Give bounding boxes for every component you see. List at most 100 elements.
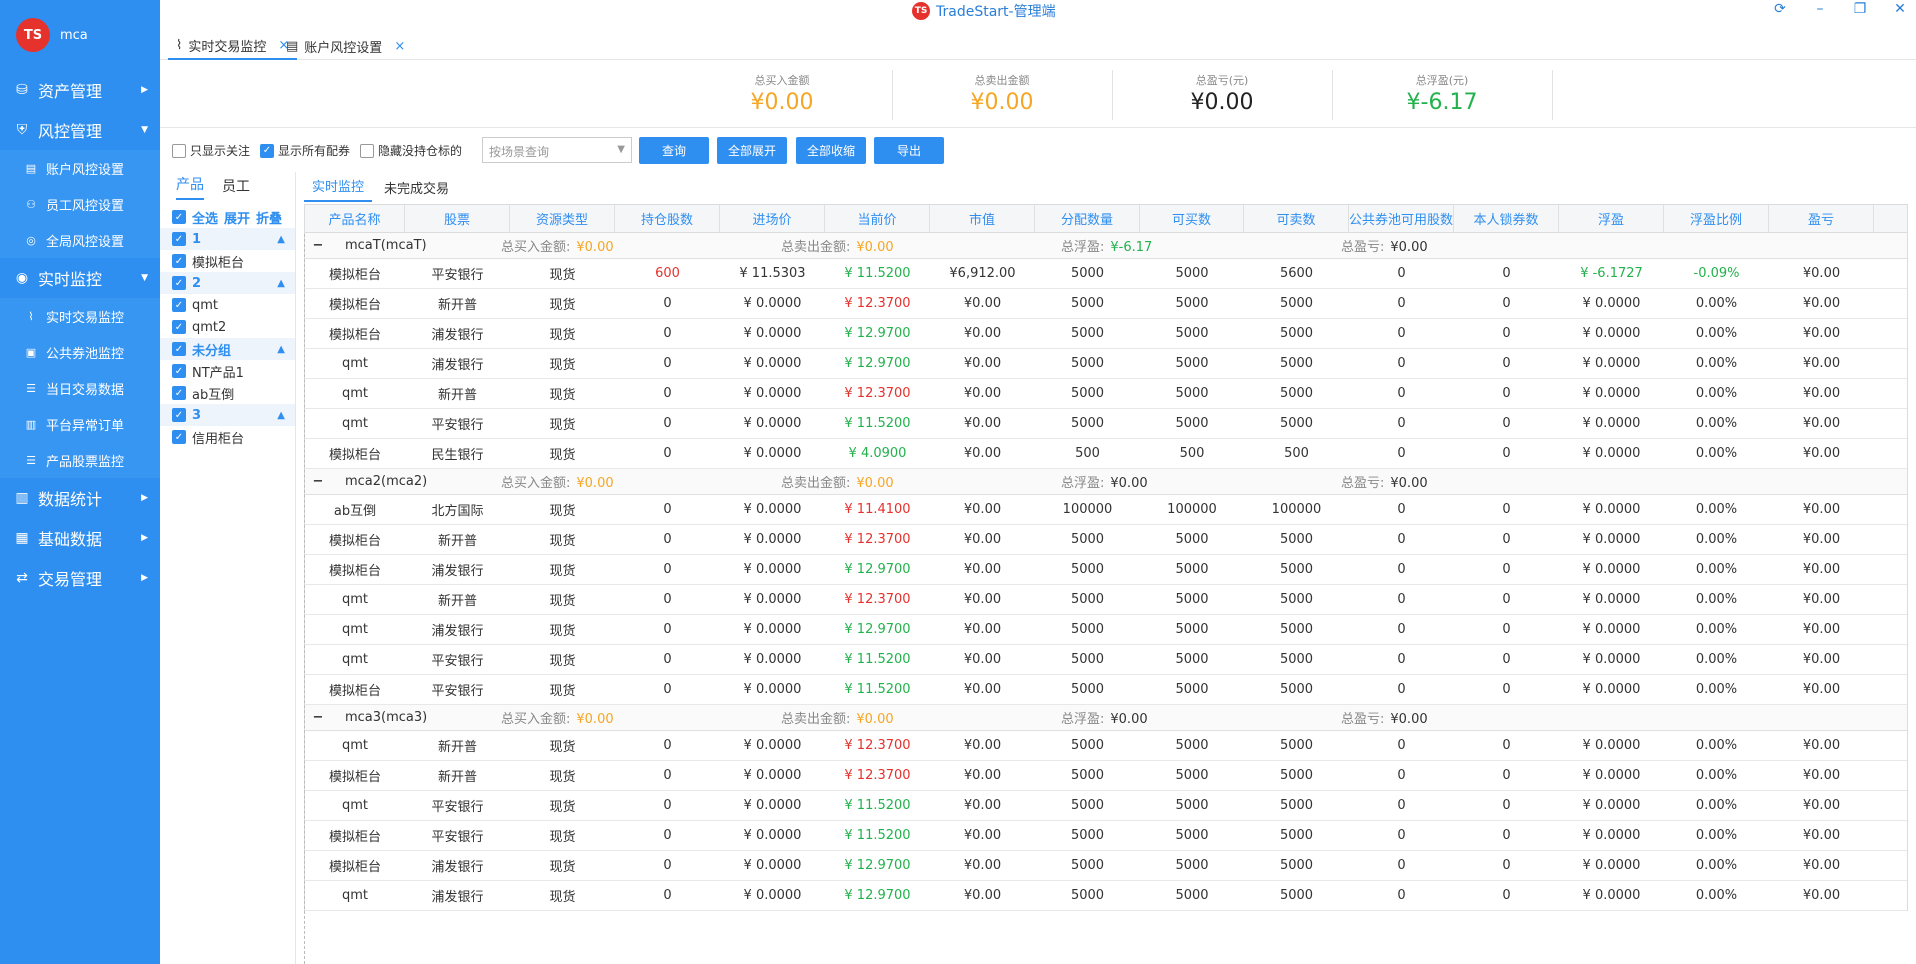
- sidebar-group-1[interactable]: ⛨ 风控管理 ▼: [0, 110, 160, 150]
- table-row[interactable]: qmt 平安银行 现货 0 ¥ 0.0000 ¥ 11.5200 ¥0.00 5000 5000…: [305, 791, 1907, 821]
- export-button[interactable]: 导出: [874, 137, 944, 164]
- sidebar-item[interactable]: ⌇ 实时交易监控: [0, 298, 160, 334]
- column-header[interactable]: 股票: [405, 205, 510, 232]
- checkbox[interactable]: ✓: [172, 342, 186, 356]
- filter-item[interactable]: ✓ 信用柜台: [160, 426, 295, 448]
- column-header[interactable]: 市值: [930, 205, 1035, 232]
- sidebar-group-3[interactable]: ▥ 数据统计 ▶: [0, 478, 160, 518]
- chevron-up-icon[interactable]: ▲: [277, 410, 285, 421]
- filter-tab-1[interactable]: 员工: [222, 176, 250, 200]
- checkbox[interactable]: ✓: [260, 143, 274, 158]
- sidebar-group-2[interactable]: ◉ 实时监控 ▼: [0, 258, 160, 298]
- toolbar-check-1[interactable]: ✓ 显示所有配券: [260, 142, 350, 159]
- table-row[interactable]: qmt 平安银行 现货 0 ¥ 0.0000 ¥ 11.5200 ¥0.00 5000 5000…: [305, 409, 1907, 439]
- table-row[interactable]: qmt 浦发银行 现货 0 ¥ 0.0000 ¥ 12.9700 ¥0.00 5000 5000…: [305, 349, 1907, 379]
- column-header[interactable]: 浮盈比例: [1664, 205, 1769, 232]
- query-button[interactable]: 查询: [639, 137, 709, 164]
- column-header[interactable]: 可买数: [1140, 205, 1244, 232]
- minimize-icon[interactable]: –: [1812, 1, 1828, 17]
- checkbox[interactable]: [360, 143, 374, 158]
- chevron-up-icon[interactable]: ▲: [277, 234, 285, 245]
- chevron-up-icon[interactable]: ▲: [277, 278, 285, 289]
- collapse-all-button[interactable]: 全部收缩: [796, 137, 866, 164]
- collapse-toggle-icon[interactable]: −: [305, 710, 331, 725]
- filter-item[interactable]: ✓ ab互倒: [160, 382, 295, 404]
- sidebar-group-4[interactable]: ▦ 基础数据 ▶: [0, 518, 160, 558]
- sidebar-item[interactable]: ▣ 公共券池监控: [0, 334, 160, 370]
- column-header[interactable]: 进场价: [720, 205, 825, 232]
- grid-tab-0[interactable]: 实时监控: [304, 176, 373, 202]
- checkbox[interactable]: ✓: [172, 430, 186, 444]
- table-row[interactable]: qmt 平安银行 现货 0 ¥ 0.0000 ¥ 11.5200 ¥0.00 5000 5000…: [305, 645, 1907, 675]
- filter-group[interactable]: ✓ 未分组 ▲: [160, 338, 295, 360]
- table-row[interactable]: qmt 浦发银行 现货 0 ¥ 0.0000 ¥ 12.9700 ¥0.00 5000 5000…: [305, 615, 1907, 645]
- column-header[interactable]: 当前价: [825, 205, 930, 232]
- table-row[interactable]: 模拟柜台 浦发银行 现货 0 ¥ 0.0000 ¥ 12.9700 ¥0.00 5000 500…: [305, 555, 1907, 585]
- checkbox[interactable]: ✓: [172, 408, 186, 422]
- column-header[interactable]: 持仓股数: [615, 205, 720, 232]
- expand-link[interactable]: 展开: [224, 208, 250, 227]
- sidebar-item[interactable]: ▥ 平台异常订单: [0, 406, 160, 442]
- checkbox[interactable]: ✓: [172, 254, 186, 268]
- sidebar-item[interactable]: ⚇ 员工风控设置: [0, 186, 160, 222]
- group-row[interactable]: − mca3(mca3) 总买入金额: ¥0.00 总卖出金额: ¥0.00 总浮盈: ¥0.…: [305, 705, 1907, 731]
- select-all-checkbox[interactable]: ✓: [172, 210, 186, 224]
- checkbox[interactable]: ✓: [172, 386, 186, 400]
- column-header[interactable]: 可卖数: [1244, 205, 1349, 232]
- column-header[interactable]: 产品名称: [305, 205, 405, 232]
- grid-tab-1[interactable]: 未完成交易: [376, 178, 457, 202]
- select-all-label[interactable]: 全选: [192, 208, 218, 227]
- filter-tab-0[interactable]: 产品: [176, 174, 204, 200]
- sidebar-item[interactable]: ☰ 产品股票监控: [0, 442, 160, 478]
- table-row[interactable]: 模拟柜台 民生银行 现货 0 ¥ 0.0000 ¥ 4.0900 ¥0.00 500 500 50…: [305, 439, 1907, 469]
- table-row[interactable]: 模拟柜台 浦发银行 现货 0 ¥ 0.0000 ¥ 12.9700 ¥0.00 5000 500…: [305, 319, 1907, 349]
- refresh-icon[interactable]: ⟳: [1772, 1, 1788, 17]
- column-header[interactable]: 本人锁券数: [1454, 205, 1559, 232]
- collapse-link[interactable]: 折叠: [256, 208, 282, 227]
- group-row[interactable]: − mcaT(mcaT) 总买入金额: ¥0.00 总卖出金额: ¥0.00 总浮盈: ¥-6…: [305, 233, 1907, 259]
- column-header[interactable]: 盈亏: [1769, 205, 1874, 232]
- filter-group[interactable]: ✓ 2 ▲: [160, 272, 295, 294]
- sidebar-item[interactable]: ◎ 全局风控设置: [0, 222, 160, 258]
- tab-1[interactable]: ▤ 账户风控设置 ×: [278, 32, 413, 60]
- close-icon[interactable]: ✕: [1892, 1, 1908, 17]
- restore-icon[interactable]: ❐: [1852, 1, 1868, 17]
- table-row[interactable]: ab互倒 北方国际 现货 0 ¥ 0.0000 ¥ 11.4100 ¥0.00 100000 1…: [305, 495, 1907, 525]
- checkbox[interactable]: [172, 143, 186, 158]
- toolbar-check-0[interactable]: 只显示关注: [172, 142, 250, 159]
- column-header[interactable]: 资源类型: [510, 205, 615, 232]
- table-row[interactable]: qmt 浦发银行 现货 0 ¥ 0.0000 ¥ 12.9700 ¥0.00 5000 5000…: [305, 881, 1907, 911]
- group-row[interactable]: − mca2(mca2) 总买入金额: ¥0.00 总卖出金额: ¥0.00 总浮盈: ¥0.…: [305, 469, 1907, 495]
- checkbox[interactable]: ✓: [172, 232, 186, 246]
- table-row[interactable]: qmt 新开普 现货 0 ¥ 0.0000 ¥ 12.3700 ¥0.00 5000 5000 5…: [305, 379, 1907, 409]
- toolbar-check-2[interactable]: 隐藏没持仓标的: [360, 142, 462, 159]
- column-header[interactable]: 浮盈: [1559, 205, 1664, 232]
- column-header[interactable]: 分配数量: [1035, 205, 1140, 232]
- panel-splitter[interactable]: [304, 234, 305, 964]
- sidebar-item[interactable]: ▤ 账户风控设置: [0, 150, 160, 186]
- filter-item[interactable]: ✓ NT产品1: [160, 360, 295, 382]
- expand-all-button[interactable]: 全部展开: [717, 137, 787, 164]
- table-row[interactable]: 模拟柜台 浦发银行 现货 0 ¥ 0.0000 ¥ 12.9700 ¥0.00 5000 500…: [305, 851, 1907, 881]
- table-row[interactable]: 模拟柜台 新开普 现货 0 ¥ 0.0000 ¥ 12.3700 ¥0.00 5000 5000…: [305, 761, 1907, 791]
- table-row[interactable]: qmt 新开普 现货 0 ¥ 0.0000 ¥ 12.3700 ¥0.00 5000 5000 5…: [305, 585, 1907, 615]
- checkbox[interactable]: ✓: [172, 320, 186, 334]
- checkbox[interactable]: ✓: [172, 298, 186, 312]
- table-row[interactable]: 模拟柜台 新开普 现货 0 ¥ 0.0000 ¥ 12.3700 ¥0.00 5000 5000…: [305, 289, 1907, 319]
- checkbox[interactable]: ✓: [172, 364, 186, 378]
- sidebar-item[interactable]: ☰ 当日交易数据: [0, 370, 160, 406]
- collapse-toggle-icon[interactable]: −: [305, 238, 331, 253]
- table-row[interactable]: 模拟柜台 新开普 现货 0 ¥ 0.0000 ¥ 12.3700 ¥0.00 5000 5000…: [305, 525, 1907, 555]
- filter-item[interactable]: ✓ 模拟柜台: [160, 250, 295, 272]
- filter-item[interactable]: ✓ qmt2: [160, 316, 295, 338]
- scene-select[interactable]: 按场景查询 ▼: [482, 137, 632, 163]
- table-row[interactable]: 模拟柜台 平安银行 现货 600 ¥ 11.5303 ¥ 11.5200 ¥6,912.00…: [305, 259, 1907, 289]
- filter-group[interactable]: ✓ 3 ▲: [160, 404, 295, 426]
- checkbox[interactable]: ✓: [172, 276, 186, 290]
- close-icon[interactable]: ×: [394, 39, 405, 54]
- table-row[interactable]: 模拟柜台 平安银行 现货 0 ¥ 0.0000 ¥ 11.5200 ¥0.00 5000 500…: [305, 675, 1907, 705]
- collapse-toggle-icon[interactable]: −: [305, 474, 331, 489]
- sidebar-group-5[interactable]: ⇄ 交易管理 ▶: [0, 558, 160, 598]
- filter-item[interactable]: ✓ qmt: [160, 294, 295, 316]
- sidebar-group-0[interactable]: ⛁ 资产管理 ▶: [0, 70, 160, 110]
